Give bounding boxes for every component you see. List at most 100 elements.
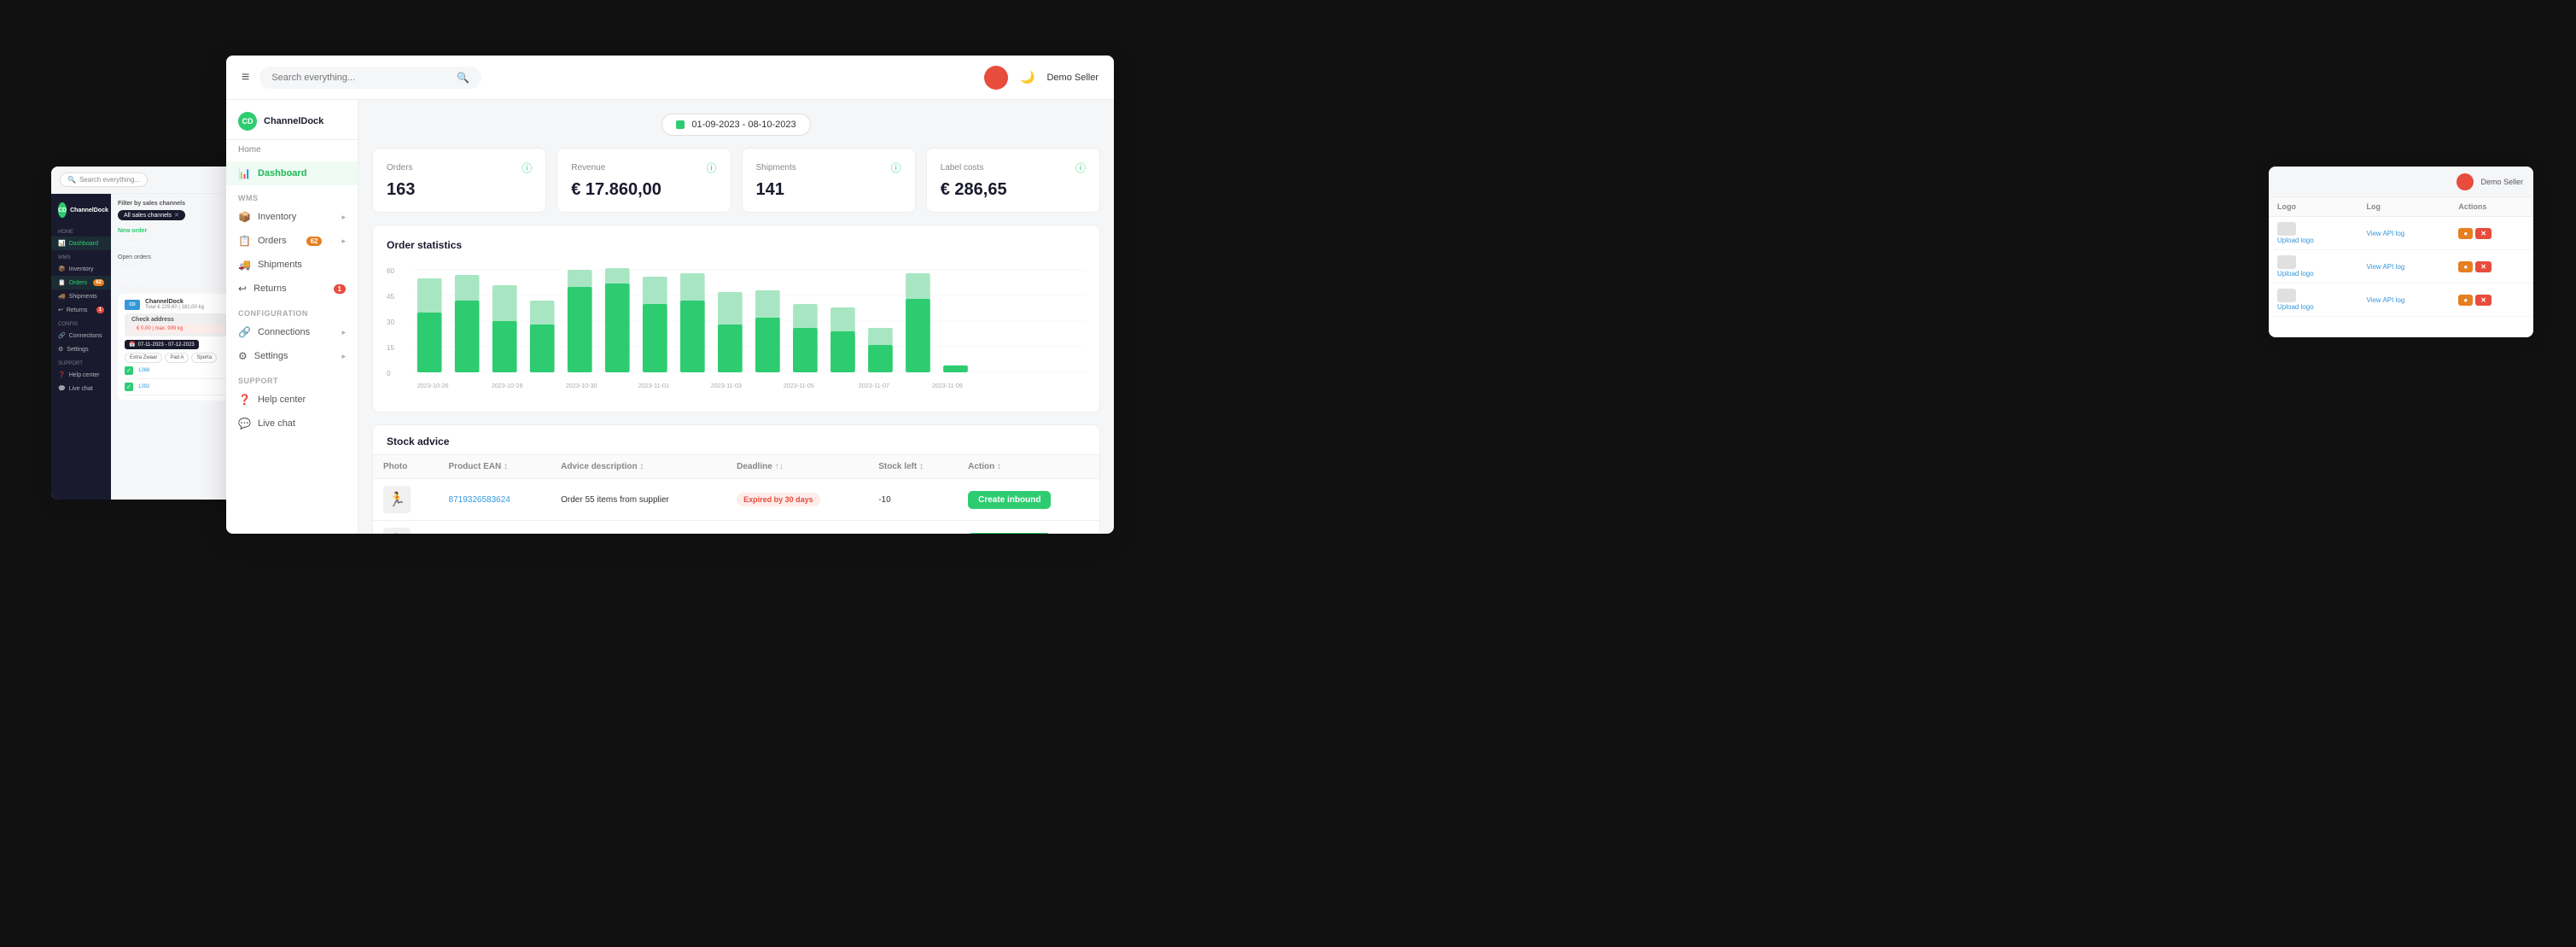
- action-btn-red-2[interactable]: ✕: [2475, 261, 2491, 272]
- action-btn-red-1[interactable]: ✕: [2475, 228, 2491, 239]
- help-label: Help center: [69, 372, 100, 378]
- chart-area: 60 45 30 15 0: [387, 261, 1086, 398]
- svg-text:2023-10-26: 2023-10-26: [417, 383, 449, 389]
- create-inbound-btn-2[interactable]: Create inbound: [968, 533, 1051, 535]
- nav-shipments[interactable]: 🚚 Shipments: [226, 253, 358, 277]
- search-icon: 🔍: [67, 176, 76, 184]
- sidebar-mini-settings[interactable]: ⚙ Settings: [51, 342, 111, 356]
- nav-dashboard-label: Dashboard: [258, 168, 306, 178]
- filter-chip-all[interactable]: All sales channels ✕: [118, 210, 185, 220]
- product-photo-1: 🏃: [373, 479, 439, 521]
- info-icon-revenue[interactable]: ⓘ: [706, 161, 716, 175]
- returns-nav-icon: ↩: [238, 283, 247, 295]
- nav-help-label: Help center: [258, 395, 306, 405]
- date-picker-button[interactable]: 01-09-2023 - 08-10-2023: [661, 114, 810, 136]
- search-icon: 🔍: [457, 72, 469, 84]
- col-action: Action ↕: [958, 455, 1099, 479]
- info-icon-orders[interactable]: ⓘ: [522, 161, 532, 175]
- product-ean-1: 8719326583624: [439, 479, 551, 521]
- sidebar-mini-connections[interactable]: 🔗 Connections: [51, 329, 111, 342]
- product-action-2: Create inbound: [958, 521, 1099, 535]
- order-id-1388[interactable]: 1388: [138, 368, 149, 373]
- orders-search[interactable]: 🔍 Search everything...: [60, 172, 148, 187]
- sidebar-mini-help[interactable]: ❓ Help center: [51, 368, 111, 382]
- col-deadline: Deadline ↑↓: [726, 455, 868, 479]
- nav-help[interactable]: ❓ Help center: [226, 388, 358, 412]
- view-api-log-btn-2[interactable]: View API log: [2366, 263, 2404, 271]
- stat-label-costs-value: € 286,65: [941, 180, 1086, 200]
- search-placeholder: Search everything...: [79, 176, 140, 184]
- search-bar[interactable]: 🔍: [259, 67, 481, 89]
- view-api-log-btn-3[interactable]: View API log: [2366, 296, 2404, 304]
- row-checkbox-1388[interactable]: ✓: [125, 366, 133, 375]
- order-id-1392[interactable]: 1392: [138, 384, 149, 389]
- create-inbound-btn-1[interactable]: Create inbound: [968, 491, 1051, 509]
- action-btn-orange-1[interactable]: ●: [2458, 228, 2473, 239]
- action-btn-orange-2[interactable]: ●: [2458, 261, 2473, 272]
- settings-icon: ⚙: [58, 346, 63, 353]
- orders-badge: 62: [93, 279, 104, 286]
- orders-nav-badge: 62: [306, 237, 323, 246]
- nav-settings[interactable]: ⚙ Settings ▸: [226, 344, 358, 368]
- product-photo-2: 🏃: [373, 521, 439, 535]
- nav-settings-label: Settings: [254, 351, 288, 361]
- logo-placeholder-3: [2277, 289, 2296, 302]
- help-icon: ❓: [58, 371, 66, 378]
- product-stock-2: -1: [868, 521, 958, 535]
- menu-icon[interactable]: ≡: [242, 70, 249, 85]
- nav-section-support: Support: [226, 368, 358, 388]
- sidebar-mini-orders[interactable]: 📋 Orders 62: [51, 276, 111, 289]
- sidebar-mini-chat[interactable]: 💬 Live chat: [51, 382, 111, 395]
- nav-chat[interactable]: 💬 Live chat: [226, 412, 358, 436]
- sidebar-mini-shipments[interactable]: 🚚 Shipments: [51, 289, 111, 303]
- tab-pad-a[interactable]: Pad A: [165, 353, 189, 363]
- chat-icon: 💬: [58, 385, 66, 392]
- action-btns-2: ● ✕: [2458, 261, 2525, 272]
- nav-orders[interactable]: 📋 Orders 62 ▸: [226, 229, 358, 253]
- upload-logo-btn-1[interactable]: Upload logo: [2277, 237, 2314, 244]
- sidebar-mini-inventory[interactable]: 📦 Inventory: [51, 262, 111, 276]
- view-api-log-btn-1[interactable]: View API log: [2366, 230, 2404, 237]
- date-range-filter[interactable]: 📅 07-11-2023 - 07-12-2023: [125, 340, 199, 349]
- sidebar-mini-dashboard[interactable]: 📊 Dashboard: [51, 237, 111, 250]
- info-icon-label-costs[interactable]: ⓘ: [1075, 161, 1086, 175]
- info-icon-shipments[interactable]: ⓘ: [891, 161, 901, 175]
- nav-home: Home: [226, 145, 358, 161]
- action-btn-orange-3[interactable]: ●: [2458, 295, 2473, 306]
- connections-table: Logo Log Actions Upload logo View API lo…: [2269, 197, 2533, 317]
- settings-arrow: ▸: [341, 352, 346, 361]
- row-checkbox-1392[interactable]: ✓: [125, 383, 133, 391]
- sidebar-mini-returns[interactable]: ↩ Returns 1: [51, 303, 111, 317]
- upload-logo-btn-3[interactable]: Upload logo: [2277, 303, 2314, 311]
- tab-sporta[interactable]: Sporta: [191, 353, 217, 363]
- product-img-1: 🏃: [383, 486, 411, 513]
- theme-toggle[interactable]: 🌙: [1020, 70, 1034, 85]
- chart-svg: 60 45 30 15 0: [387, 261, 1086, 398]
- tab-extra-zwaar[interactable]: Extra Zwaar: [125, 353, 162, 363]
- chart-title: Order statistics: [387, 239, 1086, 251]
- connections-label: Connections: [69, 333, 102, 339]
- nav-connections[interactable]: 🔗 Connections ▸: [226, 320, 358, 344]
- connections-panel: Demo Seller Logo Log Actions Upload logo…: [2269, 167, 2533, 337]
- filter-chip-remove[interactable]: ✕: [174, 212, 179, 219]
- svg-text:0: 0: [387, 370, 391, 377]
- inventory-icon: 📦: [58, 266, 66, 272]
- action-btn-red-3[interactable]: ✕: [2475, 295, 2491, 306]
- col-photo: Photo: [373, 455, 439, 479]
- product-deadline-2: Expired by 30 days: [726, 521, 868, 535]
- nav-returns[interactable]: ↩ Returns 1: [226, 277, 358, 301]
- nav-inventory[interactable]: 📦 Inventory ▸: [226, 205, 358, 229]
- stats-row: Orders ⓘ 163 Revenue ⓘ € 17.860,00 Shipm…: [372, 148, 1100, 213]
- ean-link-1[interactable]: 8719326583624: [449, 495, 510, 505]
- main-dashboard-panel: ≡ 🔍 🌙 Demo Seller CD ChannelDock Home 📊 …: [226, 56, 1114, 534]
- nav-dashboard[interactable]: 📊 Dashboard: [226, 161, 358, 185]
- returns-badge: 1: [96, 307, 104, 313]
- left-nav: CD ChannelDock Home 📊 Dashboard WMS 📦 In…: [226, 100, 358, 534]
- connections-header-row: Logo Log Actions: [2269, 197, 2533, 217]
- returns-nav-badge: 1: [334, 284, 346, 294]
- chat-label: Live chat: [69, 386, 93, 392]
- stat-orders-label: Orders ⓘ: [387, 161, 532, 175]
- search-input[interactable]: [271, 73, 450, 83]
- upload-logo-btn-2[interactable]: Upload logo: [2277, 270, 2314, 278]
- chat-nav-icon: 💬: [238, 418, 251, 430]
